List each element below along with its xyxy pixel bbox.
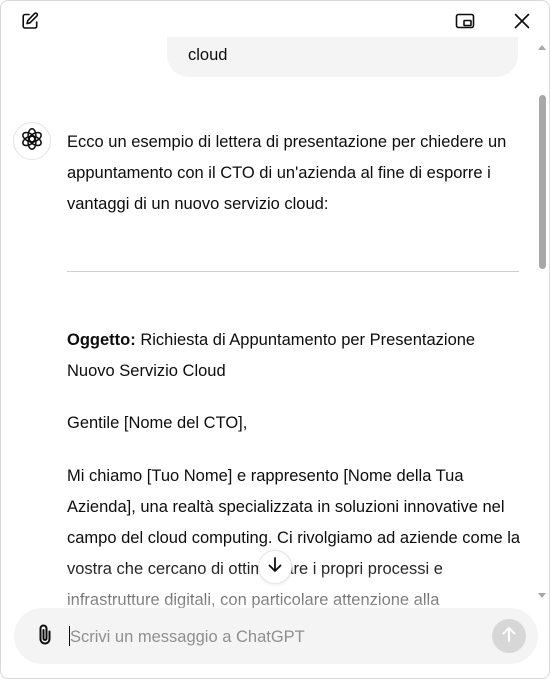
new-chat-icon: [20, 11, 40, 31]
message-input[interactable]: [68, 621, 472, 653]
user-message-bubble: cloud: [167, 37, 518, 77]
letter-subject: Oggetto: Richiesta di Appuntamento per P…: [67, 325, 522, 387]
top-toolbar: [1, 1, 549, 41]
scrollbar-thumb[interactable]: [539, 95, 546, 269]
paperclip-icon: [34, 622, 56, 651]
assistant-intro: Ecco un esempio di lettera di presentazi…: [67, 133, 507, 213]
user-message-text: cloud: [188, 46, 228, 64]
subject-label: Oggetto:: [67, 331, 136, 349]
arrow-down-icon: [267, 556, 283, 579]
letter-greeting: Gentile [Nome del CTO],: [67, 414, 248, 432]
send-button[interactable]: [492, 619, 526, 653]
arrow-up-icon: [501, 625, 517, 648]
message-composer: [14, 608, 538, 664]
attach-button[interactable]: [31, 622, 59, 650]
divider: [67, 271, 519, 272]
chat-window: cloud Ecco un esempio di lettera di pres…: [0, 0, 550, 679]
picture-in-picture-button[interactable]: [450, 6, 480, 36]
close-button[interactable]: [507, 6, 537, 36]
new-chat-button[interactable]: [15, 6, 45, 36]
assistant-avatar: [13, 122, 51, 160]
chatgpt-logo-icon: [20, 127, 44, 156]
scroll-to-bottom-button[interactable]: [258, 550, 292, 584]
close-icon: [513, 12, 531, 30]
picture-in-picture-icon: [454, 11, 476, 31]
scrollbar[interactable]: [535, 39, 549, 609]
scroll-up-arrow[interactable]: [538, 45, 546, 50]
scroll-down-arrow[interactable]: [538, 593, 546, 598]
letter-body: Mi chiamo [Tuo Nome] e rappresento [Nome…: [67, 467, 521, 609]
